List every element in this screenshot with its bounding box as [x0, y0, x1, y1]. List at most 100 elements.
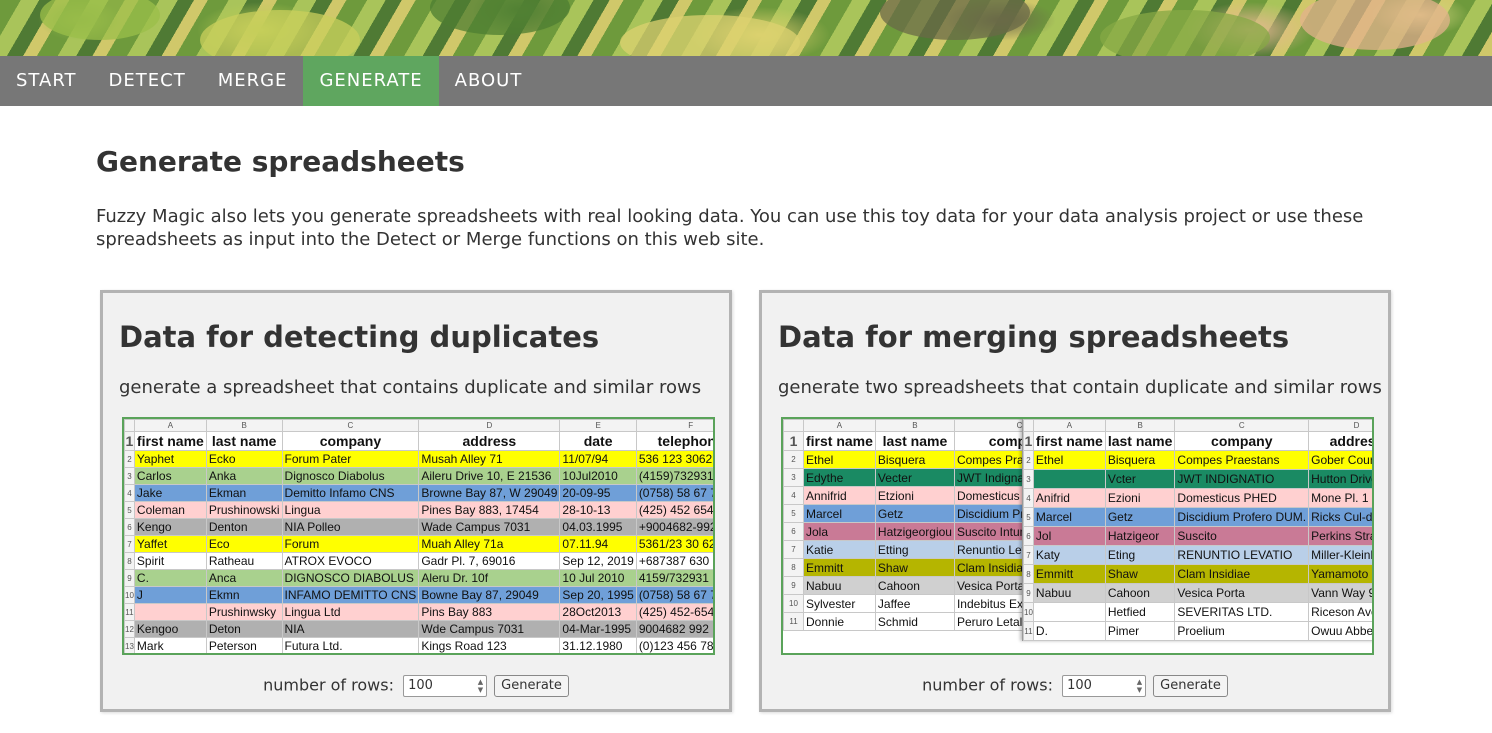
column-header: telephone	[635, 431, 713, 451]
sheet-cell: Cahoon	[1104, 583, 1176, 603]
sheet-cell: Deton	[205, 620, 283, 638]
rows-input-value: 100	[408, 678, 433, 693]
row-number: 4	[1023, 488, 1034, 508]
sheet-cell: 04.03.1995	[559, 518, 637, 536]
row-number: 8	[783, 558, 804, 577]
column-letter: A	[803, 419, 876, 432]
card-description: generate a spreadsheet that contains dup…	[119, 377, 702, 398]
generate-button[interactable]: Generate	[1153, 675, 1228, 697]
sheet-cell: Clam Insidiae	[1174, 564, 1310, 584]
column-letter: B	[874, 419, 955, 432]
sheet-cell: Spirit	[133, 552, 207, 570]
sheet-cell	[1032, 469, 1106, 489]
sheet-cell: C.	[133, 569, 207, 587]
page-intro: Fuzzy Magic also lets you generate sprea…	[96, 206, 1364, 250]
rows-label: number of rows:	[922, 675, 1053, 695]
nav-about[interactable]: ABOUT	[439, 56, 539, 106]
sheet-cell: Ezioni	[1104, 488, 1176, 508]
nav-detect[interactable]: DETECT	[93, 56, 202, 106]
sheet-cell: Riceson Ave 19	[1308, 602, 1372, 622]
sheet-cell: Emmitt	[1032, 564, 1106, 584]
sheet-cell	[133, 603, 207, 621]
sheet-cell: DIGNOSCO DIABOLUS	[281, 569, 420, 587]
sheet-cell: RENUNTIO LEVATIO	[1174, 545, 1310, 565]
sheet-cell: Jola	[803, 522, 876, 541]
rows-input[interactable]: 100 ▲ ▼	[1062, 675, 1147, 697]
stepper-arrows-icon[interactable]: ▲ ▼	[478, 678, 483, 694]
sheet-cell: Getz	[1104, 507, 1176, 527]
column-letter: D	[418, 419, 561, 432]
row-number: 3	[783, 468, 804, 487]
main-nav: START DETECT MERGE GENERATE ABOUT	[0, 56, 1492, 106]
sheet-cell: Lingua	[281, 501, 420, 519]
sheet-cell: Anifrid	[1032, 488, 1106, 508]
sheet-cell: Domesticus PHED	[1174, 488, 1310, 508]
sheet-cell: Aleru Dr. 10f	[418, 569, 561, 587]
sheet-cell: Ecko	[205, 450, 283, 468]
sheet-cell: Ethel	[803, 450, 876, 469]
row-number: 13	[124, 637, 135, 653]
row-number: 11	[1023, 621, 1034, 641]
rows-input[interactable]: 100 ▲ ▼	[403, 675, 488, 697]
column-letter: B	[205, 419, 283, 432]
sheet-cell: Prushinowski	[205, 501, 283, 519]
column-letter: A	[133, 419, 207, 432]
column-header: date	[559, 431, 637, 451]
nav-merge[interactable]: MERGE	[202, 56, 304, 106]
sheet-cell: Getz	[874, 504, 955, 523]
sheet-cell: Demitto Infamo CNS	[281, 484, 420, 502]
column-header: first name	[1032, 431, 1106, 451]
sheet-cell: Mone Pl. 1	[1308, 488, 1372, 508]
sheet-cell: Discidium Profero DUM.	[1174, 507, 1310, 527]
row-number: 4	[783, 486, 804, 505]
sheet-cell: Donnie	[803, 612, 876, 631]
sheet-cell: (0758) 58 67 73	[635, 586, 713, 604]
sheet-cell: Ratheau	[205, 552, 283, 570]
sheet-cell: 10Jul2010	[559, 467, 637, 485]
sheet-cell: NIA Polleo	[281, 518, 420, 536]
row-number: 1	[783, 431, 804, 451]
sheet-cell: Kings Road 123	[418, 637, 561, 653]
row-number: 9	[1023, 583, 1034, 603]
sheet-cell: Lingua Ltd	[281, 603, 420, 621]
sheet-cell: Vesica Porta	[1174, 583, 1310, 603]
sheet-cell: Vcter	[1104, 469, 1176, 489]
sheet-cell: Forum	[281, 535, 420, 553]
generate-button[interactable]: Generate	[494, 675, 569, 697]
column-header: address	[1308, 431, 1372, 451]
sheet-cell: JWT INDIGNATIO	[1174, 469, 1310, 489]
row-number: 6	[783, 522, 804, 541]
nav-start[interactable]: START	[0, 56, 93, 106]
row-number: 5	[124, 501, 135, 519]
sheet-cell: Peterson	[205, 637, 283, 653]
column-letter: B	[1104, 419, 1176, 432]
sheet-cell: SEVERITAS LTD.	[1174, 602, 1310, 622]
sheet-cell: Suscito	[1174, 526, 1310, 546]
corner-cell	[783, 419, 804, 432]
row-number: 1	[124, 431, 135, 451]
sheet-cell: +687387 630 654 9	[635, 552, 713, 570]
sheet-cell: (0)123 456 789	[635, 637, 713, 653]
rows-label: number of rows:	[263, 675, 394, 695]
sheet-cell: 9004682 992 178	[635, 620, 713, 638]
sheet-cell: Emmitt	[803, 558, 876, 577]
sheet-cell: Anka	[205, 467, 283, 485]
spreadsheet-preview-image: A B C 1 first name last name company 2 Ethel Bisq…	[781, 417, 1374, 655]
sheet-cell: 07.11.94	[559, 535, 637, 553]
column-letter: F	[635, 419, 713, 432]
column-letter: A	[1032, 419, 1106, 432]
sheet-cell: Dignosco Diabolus	[281, 467, 420, 485]
sheet-cell: Pins Bay 883	[418, 603, 561, 621]
stepper-arrows-icon[interactable]: ▲ ▼	[1137, 678, 1142, 694]
nav-generate[interactable]: GENERATE	[303, 56, 439, 106]
sheet-cell: 11/07/94	[559, 450, 637, 468]
sheet-cell: Schmid	[874, 612, 955, 631]
sheet-cell: Mark	[133, 637, 207, 653]
sheet-cell: Shaw	[874, 558, 955, 577]
row-number: 11	[124, 603, 135, 621]
column-header: last name	[1104, 431, 1176, 451]
second-spreadsheet-overlay: ABCD1first namelast namecompanyaddress2E…	[1022, 419, 1372, 641]
sheet-cell: Yamamoto Drive	[1308, 564, 1372, 584]
column-letter: C	[1174, 419, 1310, 432]
sheet-cell: Carlos	[133, 467, 207, 485]
